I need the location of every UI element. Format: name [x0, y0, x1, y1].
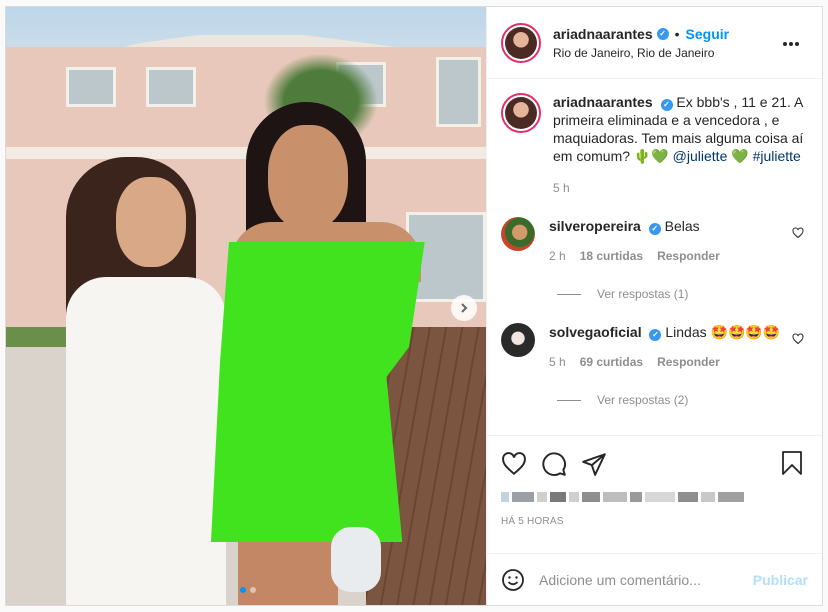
carousel-dot [250, 587, 256, 593]
post-header: ariadnaarantes ✓ • Seguir Rio de Janeiro… [487, 7, 822, 79]
view-replies-label[interactable]: Ver respostas (2) [597, 393, 688, 407]
post-actions: HÁ 5 HORAS [487, 435, 822, 553]
chevron-right-icon [461, 303, 468, 313]
caption-mention[interactable]: @juliette [673, 148, 728, 164]
person-right-face [268, 125, 348, 230]
caption: ariadnaarantes ✓ Ex bbb's , 11 e 21. A p… [501, 93, 808, 197]
caption-age[interactable]: 5 h [553, 179, 570, 197]
commenter-avatar[interactable] [501, 217, 535, 251]
post-dialog: ariadnaarantes ✓ • Seguir Rio de Janeiro… [5, 6, 823, 606]
photo-window [146, 67, 196, 107]
verified-icon: ✓ [648, 223, 661, 235]
post-time[interactable]: HÁ 5 HORAS [501, 516, 808, 527]
verified-icon: ✓ [660, 99, 673, 111]
reply-button[interactable]: Responder [657, 353, 720, 371]
post-location[interactable]: Rio de Janeiro, Rio de Janeiro [553, 46, 729, 60]
verified-icon: ✓ [649, 329, 662, 341]
comment-likes[interactable]: 18 curtidas [580, 247, 643, 265]
more-options-icon[interactable] [782, 31, 800, 52]
photo-window [66, 67, 116, 107]
comment-item: solvegaoficial ✓ Lindas 🤩🤩🤩🤩 5 h 69 curt… [501, 323, 808, 371]
comment-like-icon[interactable] [792, 333, 804, 348]
comment-icon[interactable] [541, 451, 567, 477]
caption-hashtag[interactable]: #juliette [753, 148, 801, 164]
reply-button[interactable]: Responder [657, 247, 720, 265]
comment-age[interactable]: 2 h [549, 247, 566, 265]
comment-like-icon[interactable] [792, 227, 804, 242]
carousel-dot-active [240, 587, 246, 593]
view-replies[interactable]: Ver respostas (1) [557, 287, 808, 301]
photo-shoes [331, 527, 381, 592]
bookmark-icon[interactable] [780, 450, 804, 476]
commenter-username[interactable]: solvegaoficial [549, 324, 642, 340]
heart-icon[interactable] [501, 451, 527, 477]
post-sidebar: ariadnaarantes ✓ • Seguir Rio de Janeiro… [486, 7, 822, 605]
comment-box: Publicar [487, 553, 822, 605]
comment-text: Lindas 🤩🤩🤩🤩 [665, 324, 781, 340]
carousel-dots [240, 587, 256, 593]
publish-button[interactable]: Publicar [753, 572, 808, 588]
next-photo-button[interactable] [451, 295, 477, 321]
caption-username[interactable]: ariadnaarantes [553, 94, 653, 110]
comment-likes[interactable]: 69 curtidas [580, 353, 643, 371]
comment-input[interactable] [539, 571, 753, 588]
person-left-face [116, 177, 186, 267]
author-avatar[interactable] [501, 22, 541, 63]
comment-text: Belas [664, 218, 700, 234]
emoji-icon[interactable] [501, 568, 525, 592]
follow-button[interactable]: Seguir [686, 26, 730, 42]
commenter-avatar[interactable] [501, 323, 535, 357]
person-left-dress [66, 277, 226, 605]
photo-window [436, 57, 481, 127]
header-separator: • [674, 25, 680, 42]
post-photo[interactable] [6, 7, 486, 605]
caption-avatar[interactable] [501, 93, 541, 133]
comment-age[interactable]: 5 h [549, 353, 566, 371]
view-replies-label[interactable]: Ver respostas (1) [597, 287, 688, 301]
commenter-username[interactable]: silveropereira [549, 218, 641, 234]
author-username[interactable]: ariadnaarantes [553, 26, 653, 42]
view-replies[interactable]: Ver respostas (2) [557, 393, 808, 407]
caption-emoji: 💚 [727, 148, 753, 164]
share-icon[interactable] [581, 451, 607, 477]
verified-icon: ✓ [656, 27, 669, 40]
comments-list: ariadnaarantes ✓ Ex bbb's , 11 e 21. A p… [487, 79, 822, 435]
comment-item: silveropereira ✓ Belas 2 h 18 curtidas R… [501, 217, 808, 265]
likes-summary-pixelated [501, 490, 808, 504]
